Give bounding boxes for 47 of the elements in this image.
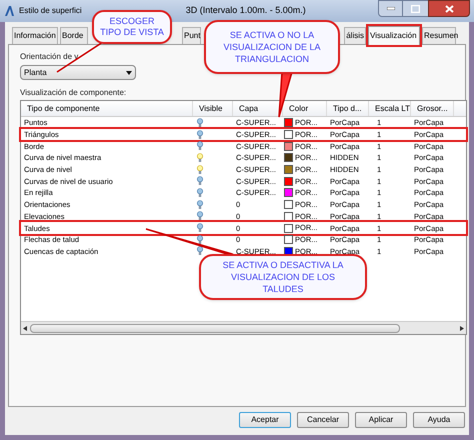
- column-header[interactable]: Escala LT: [369, 101, 411, 116]
- column-header[interactable]: Tipo de componente: [21, 101, 193, 116]
- light-bulb-icon[interactable]: [197, 223, 203, 234]
- light-bulb-icon[interactable]: [197, 118, 203, 128]
- column-header[interactable]: Visible: [193, 101, 233, 116]
- view-orientation-dropdown[interactable]: Planta: [20, 65, 136, 80]
- light-bulb-icon[interactable]: [197, 234, 203, 245]
- dialog-button[interactable]: Ayuda: [413, 412, 465, 428]
- light-bulb-icon[interactable]: [197, 141, 203, 152]
- tab[interactable]: álisis: [344, 27, 366, 44]
- tab[interactable]: Información: [12, 27, 58, 44]
- tab[interactable]: Resumen: [422, 27, 456, 44]
- horizontal-scrollbar[interactable]: [21, 321, 466, 334]
- callout-note: SE ACTIVA O DESACTIVA LA VISUALIZACION DE LOS TALUDES: [199, 254, 367, 300]
- field-label: Orientación de v: [20, 51, 78, 63]
- light-bulb-icon[interactable]: [197, 200, 203, 210]
- maximize-button[interactable]: [403, 0, 428, 17]
- scroll-right-icon: [460, 326, 464, 330]
- light-bulb-icon[interactable]: [197, 130, 203, 140]
- dialog-button[interactable]: Cancelar: [297, 412, 349, 428]
- light-bulb-icon[interactable]: [197, 246, 203, 256]
- close-icon: [444, 4, 454, 12]
- close-button[interactable]: [428, 0, 470, 17]
- light-bulb-icon[interactable]: [197, 176, 203, 186]
- light-bulb-icon[interactable]: [197, 152, 203, 163]
- tab[interactable]: Punt: [182, 27, 201, 44]
- tab[interactable]: Visualización: [368, 26, 420, 45]
- light-bulb-icon[interactable]: [197, 211, 203, 222]
- dialog-button[interactable]: Aplicar: [355, 412, 407, 428]
- section-label: Visualización de componente:: [20, 87, 126, 99]
- window-title: Estilo de superfici: [19, 5, 82, 17]
- scroll-left-icon: [23, 326, 27, 330]
- maximize-icon: [411, 4, 420, 12]
- dropdown-arrow-icon: [126, 70, 132, 74]
- column-header[interactable]: Grosor...: [411, 101, 454, 116]
- minimize-icon: [386, 7, 394, 10]
- scrollbar-thumb[interactable]: [30, 324, 400, 332]
- callout-note: ESCOGER TIPO DE VISTA: [92, 10, 172, 44]
- callout-note: SE ACTIVA O NO LA VISUALIZACION DE LA TRIANGULACION: [204, 20, 340, 74]
- minimize-button[interactable]: [378, 0, 403, 17]
- tab[interactable]: Borde: [60, 27, 88, 44]
- column-header[interactable]: Tipo d...: [327, 101, 369, 116]
- dialog-button[interactable]: Aceptar: [239, 412, 291, 428]
- light-bulb-icon[interactable]: [197, 164, 203, 175]
- window-title: 3D (Intervalo 1.00m. - 5.00m.): [186, 4, 306, 18]
- app-logo-icon: [4, 5, 15, 17]
- light-bulb-icon[interactable]: [197, 188, 203, 198]
